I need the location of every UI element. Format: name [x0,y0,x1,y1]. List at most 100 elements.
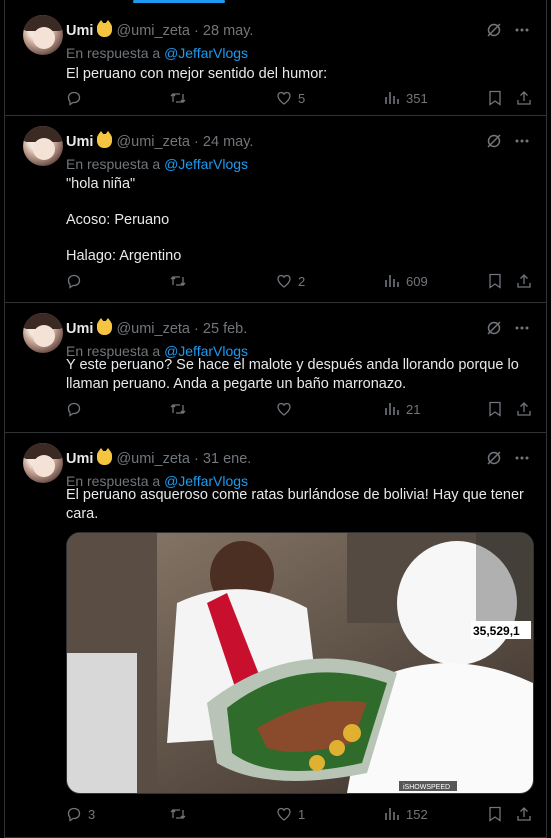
tweet-text-line: "hola niña" [66,176,136,192]
retweet-icon [170,93,186,103]
stream-counter: 35,529,1 [473,624,520,638]
avatar[interactable] [23,313,63,353]
like-icon [277,402,291,416]
emoji-icon [97,131,113,148]
grok-icon[interactable] [486,450,502,471]
tweet-text-line: Y este peruano? Se hace el malote y desp… [66,357,519,373]
tweet-text-line: El peruano con mejor sentido del humor: [66,66,328,82]
like-count: 1 [298,806,306,822]
tweet-text: El peruano asqueroso come ratas burlándo… [66,486,528,524]
tweet-text: El peruano con mejor sentido del humor: [66,65,528,84]
bookmark-icon [489,273,501,289]
reply-mention[interactable]: @JeffarVlogs [164,156,248,172]
views-button[interactable]: 609 [384,273,428,289]
reply-button[interactable]: 3 [66,806,95,822]
timestamp[interactable]: 25 feb. [203,321,247,337]
handle[interactable]: @umi_zeta [116,23,190,39]
tweet-media-image[interactable]: 35,529,1 iSHOWSPEED [66,532,534,794]
separator-dot: · [194,23,199,39]
tweet-text: "hola niña" Acoso: Peruano Halago: Argen… [66,175,528,266]
tweet-text-line [66,194,528,211]
display-name[interactable]: Umi [66,23,93,39]
retweet-button[interactable] [169,90,193,106]
like-button[interactable]: 2 [276,273,305,289]
views-button[interactable]: 351 [384,90,428,106]
more-icon[interactable] [514,22,530,43]
more-icon[interactable] [514,320,530,341]
handle[interactable]: @umi_zeta [116,321,190,337]
like-button[interactable]: 1 [276,806,305,822]
tweet-text-line: Halago: Argentino [66,248,182,264]
tweet-top-actions [486,450,530,471]
tweet[interactable]: Umi @umi_zeta · 25 feb. En respuesta a @… [5,303,546,433]
share-icon [517,807,531,821]
reply-icon [67,274,81,289]
timestamp[interactable]: 24 may. [203,134,254,150]
share-button[interactable] [516,401,532,417]
share-button[interactable] [516,90,532,106]
separator-dot: · [194,321,199,337]
more-icon[interactable] [514,450,530,471]
share-button[interactable] [516,273,532,289]
separator-dot: · [194,451,199,467]
views-icon [385,275,399,287]
bookmark-button[interactable] [488,273,502,289]
handle[interactable]: @umi_zeta [116,451,190,467]
emoji-icon [97,20,113,37]
views-icon [385,808,399,820]
bookmark-button[interactable] [488,401,502,417]
tweet[interactable]: Umi @umi_zeta · 24 may. En respuesta a @… [5,116,546,303]
retweet-button[interactable] [169,273,193,289]
views-button[interactable]: 152 [384,806,428,822]
reply-button[interactable] [66,90,88,106]
tweet[interactable]: Umi @umi_zeta · 28 may. En respuesta a @… [5,5,546,116]
tweet-header: Umi @umi_zeta · 24 may. [66,131,254,150]
display-name[interactable]: Umi [66,321,93,337]
display-name[interactable]: Umi [66,134,93,150]
tweet-top-actions [486,320,530,341]
retweet-button[interactable] [169,806,193,822]
tweet-actions: 2 609 [66,273,532,293]
timestamp[interactable]: 31 ene. [203,451,251,467]
retweet-icon [170,276,186,286]
tweet-text-line: Acoso: Peruano [66,212,170,228]
bookmark-icon [489,806,501,822]
reply-button[interactable] [66,401,88,417]
reply-mention[interactable]: @JeffarVlogs [164,45,248,61]
bookmark-button[interactable] [488,90,502,106]
grok-icon[interactable] [486,133,502,154]
bookmark-icon [489,401,501,417]
grok-icon[interactable] [486,320,502,341]
reply-prefix: En respuesta a [66,45,161,61]
media-illustration: 35,529,1 iSHOWSPEED [67,533,533,793]
tweet-header: Umi @umi_zeta · 28 may. [66,20,254,39]
like-button[interactable]: 5 [276,90,305,106]
grok-icon[interactable] [486,22,502,43]
reply-button[interactable] [66,273,88,289]
like-button[interactable] [276,401,298,417]
views-count: 21 [406,401,421,417]
more-icon[interactable] [514,133,530,154]
handle[interactable]: @umi_zeta [116,134,190,150]
emoji-icon [97,448,113,465]
avatar[interactable] [23,443,63,483]
timestamp[interactable]: 28 may. [203,23,254,39]
tweet-text-line: cara. [66,506,99,522]
like-icon [277,274,291,288]
avatar[interactable] [23,126,63,166]
share-button[interactable] [516,806,532,822]
reply-context: En respuesta a @JeffarVlogs [66,156,248,172]
views-count: 609 [406,273,428,289]
bookmark-button[interactable] [488,806,502,822]
like-count: 5 [298,90,306,106]
tweet-text-line: llaman peruano. Anda a pegarte un baño m… [66,376,407,392]
tweet[interactable]: Umi @umi_zeta · 31 ene. En respuesta a @… [5,433,546,838]
avatar[interactable] [23,15,63,55]
retweet-button[interactable] [169,401,193,417]
views-button[interactable]: 21 [384,401,420,417]
tweet-text: Y este peruano? Se hace el malote y desp… [66,356,528,394]
retweet-icon [170,404,186,414]
share-icon [517,91,531,105]
share-icon [517,402,531,416]
display-name[interactable]: Umi [66,451,93,467]
